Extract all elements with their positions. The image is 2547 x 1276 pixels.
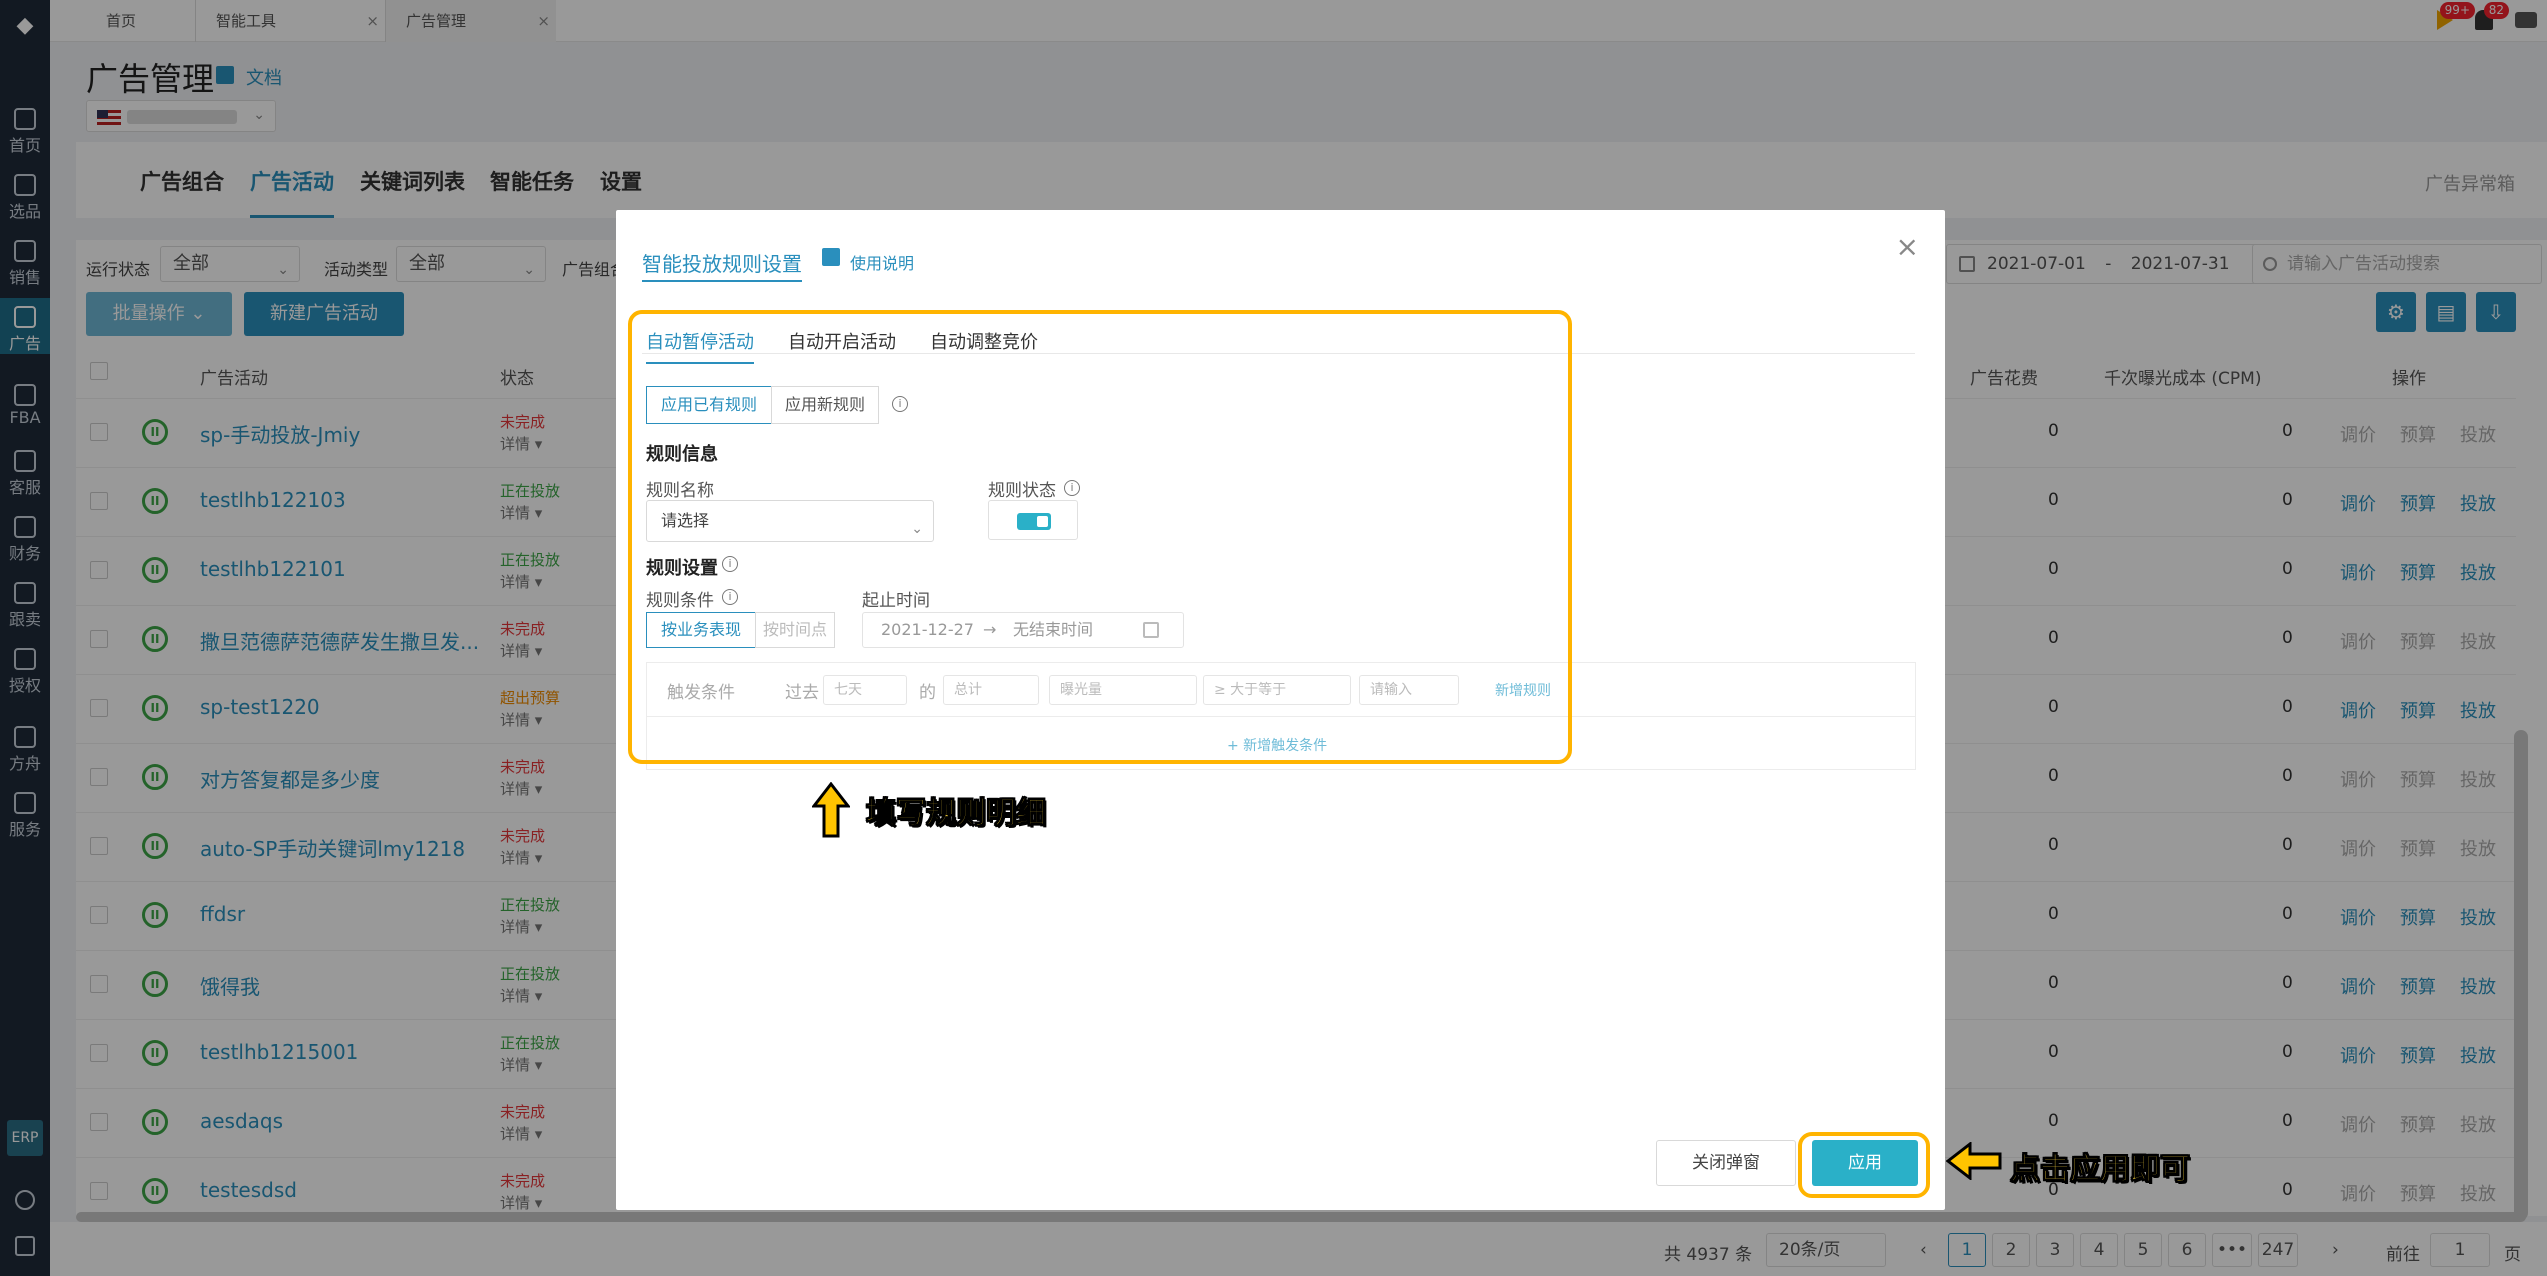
callout-fill-details: 填写规则明细 [866, 796, 1047, 832]
arrow-up-icon [812, 782, 850, 838]
highlight-apply [1798, 1132, 1930, 1198]
callout-click-apply: 点击应用即可 [2010, 1152, 2191, 1188]
highlight-rule-details [628, 310, 1572, 764]
modal-title-underline [642, 280, 802, 282]
help-link[interactable]: 使用说明 [850, 250, 914, 274]
close-modal-button[interactable]: 关闭弹窗 [1656, 1140, 1796, 1186]
modal-title: 智能投放规则设置 [642, 252, 802, 276]
arrow-left-icon [1946, 1142, 2002, 1180]
close-icon[interactable]: × [1896, 230, 1919, 263]
book-icon [822, 248, 840, 266]
